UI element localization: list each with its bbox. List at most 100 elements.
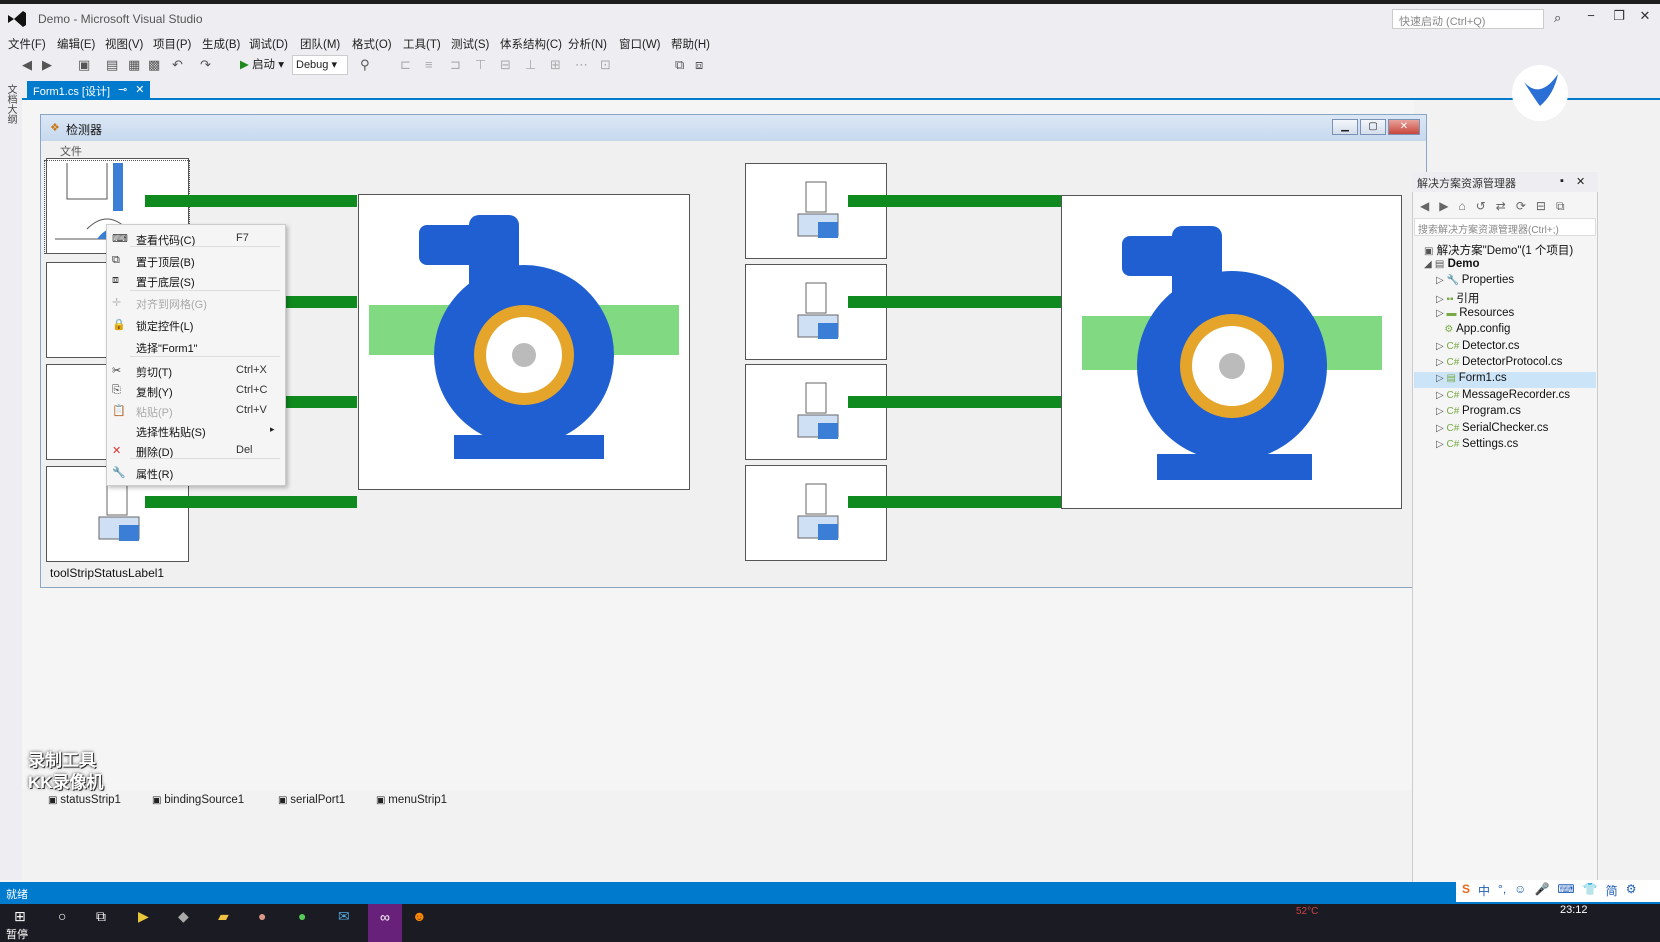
open-icon[interactable]: ▤ xyxy=(106,57,118,73)
show-files-icon[interactable]: ⧉ xyxy=(1556,199,1565,214)
save-icon[interactable]: ▦ xyxy=(128,57,140,73)
minimize-button[interactable]: − xyxy=(1578,8,1604,28)
mic-icon[interactable]: 🎤 xyxy=(1534,882,1549,900)
collapse-icon[interactable]: ⊟ xyxy=(1536,199,1546,214)
context-menu-item-10[interactable] xyxy=(108,441,284,459)
history-icon[interactable]: ↺ xyxy=(1476,199,1486,214)
expand-icon[interactable]: ▷ xyxy=(1436,357,1446,368)
tree-item-1[interactable]: ▷ ▪▪ 引用 xyxy=(1436,290,1479,306)
save-all-icon[interactable]: ▩ xyxy=(148,57,160,73)
undo-icon[interactable]: ↶ xyxy=(172,57,183,73)
search-icon[interactable]: ⌕ xyxy=(1554,10,1561,26)
back-icon[interactable]: ◀ xyxy=(22,57,32,73)
sogou-icon[interactable]: S xyxy=(1462,882,1470,900)
skin-icon[interactable]: 👕 xyxy=(1583,882,1598,900)
visual-studio-taskbar-icon[interactable]: ∞ xyxy=(368,904,402,942)
context-menu-item-1[interactable] xyxy=(108,251,284,269)
sync-icon[interactable]: ⇄ xyxy=(1496,199,1506,214)
tree-item-3[interactable]: ⚙ App.config xyxy=(1436,323,1510,335)
send-to-back-icon[interactable]: ⧈ xyxy=(695,57,703,73)
context-menu-item-4[interactable] xyxy=(108,315,284,333)
tray-component-1[interactable]: ▣ bindingSource1 xyxy=(152,794,244,806)
tree-project-node[interactable]: ◢ ▤ Demo xyxy=(1424,258,1480,270)
expand-icon[interactable]: ▷ xyxy=(1436,439,1446,450)
context-menu-item-11[interactable] xyxy=(108,463,284,481)
form-close-button[interactable]: ✕ xyxy=(1388,119,1420,135)
app-icon-3[interactable]: ● xyxy=(258,908,266,924)
pump-panel-1[interactable] xyxy=(358,194,690,490)
find-icon[interactable]: ⚲ xyxy=(360,57,370,73)
forward-icon[interactable]: ▶ xyxy=(1439,199,1448,214)
spacing-icon[interactable]: ⋯ xyxy=(575,57,588,73)
menu-item-5[interactable]: 调试(D) xyxy=(249,36,288,52)
app-icon-1[interactable]: ▶ xyxy=(138,908,149,925)
restore-button[interactable]: ❐ xyxy=(1606,8,1632,28)
form-maximize-button[interactable]: ▢ xyxy=(1360,119,1386,135)
task-view-icon[interactable]: ⧉ xyxy=(96,908,106,925)
panel-pin-icon[interactable]: ▪ xyxy=(1560,175,1564,187)
expand-icon[interactable]: ▷ xyxy=(1436,341,1446,352)
menu-item-3[interactable]: 项目(P) xyxy=(153,36,191,52)
valve-panel-6[interactable] xyxy=(745,264,887,360)
panel-close-icon[interactable]: ✕ xyxy=(1576,175,1585,188)
app-icon-5[interactable]: ☻ xyxy=(412,908,427,924)
tray-component-3[interactable]: ▣ menuStrip1 xyxy=(376,794,447,806)
pin-icon[interactable]: ⊸ xyxy=(118,83,127,98)
app-icon-2[interactable]: ◆ xyxy=(178,908,189,925)
menu-item-12[interactable]: 窗口(W) xyxy=(619,36,661,52)
align-left-icon[interactable]: ⊏ xyxy=(400,57,411,73)
menu-item-2[interactable]: 视图(V) xyxy=(105,36,143,52)
search-icon[interactable]: ○ xyxy=(58,908,66,924)
menu-item-9[interactable]: 测试(S) xyxy=(451,36,489,52)
tree-item-6[interactable]: ▷ ▤ Form1.cs xyxy=(1436,372,1507,384)
tray-component-2[interactable]: ▣ serialPort1 xyxy=(278,794,345,806)
settings-icon[interactable]: ⚙ xyxy=(1626,882,1637,900)
form-menu-file[interactable]: 文件 xyxy=(60,143,82,159)
tree-item-7[interactable]: ▷ C# MessageRecorder.cs xyxy=(1436,389,1570,401)
menu-item-10[interactable]: 体系结构(C) xyxy=(500,36,562,52)
solution-search-input[interactable]: 搜索解决方案资源管理器(Ctrl+;) xyxy=(1414,218,1596,236)
tree-item-0[interactable]: ▷ 🔧 Properties xyxy=(1436,274,1514,286)
menu-item-13[interactable]: 帮助(H) xyxy=(671,36,710,52)
form-status-label[interactable]: toolStripStatusLabel1 xyxy=(50,566,164,580)
tree-item-4[interactable]: ▷ C# Detector.cs xyxy=(1436,340,1520,352)
ime-mode-icon[interactable]: 中 xyxy=(1478,882,1490,900)
menu-item-11[interactable]: 分析(N) xyxy=(568,36,607,52)
forward-icon[interactable]: ▶ xyxy=(42,57,52,73)
align-center-icon[interactable]: ≡ xyxy=(425,57,433,72)
tree-item-5[interactable]: ▷ C# DetectorProtocol.cs xyxy=(1436,356,1562,368)
same-size-icon[interactable]: ⊞ xyxy=(550,57,561,73)
expand-icon[interactable]: ▷ xyxy=(1436,390,1446,401)
expand-icon[interactable]: ▷ xyxy=(1436,294,1446,305)
document-outline-tab[interactable]: 文档大纲 xyxy=(4,84,18,124)
redo-icon[interactable]: ↷ xyxy=(200,57,211,73)
app-icon-4[interactable]: ● xyxy=(298,908,306,924)
form-minimize-button[interactable]: ▁ xyxy=(1332,119,1358,135)
valve-panel-5[interactable] xyxy=(745,163,887,259)
menu-item-0[interactable]: 文件(F) xyxy=(8,36,46,52)
align-top-icon[interactable]: ⊤ xyxy=(475,57,486,73)
start-button[interactable]: ▶ 启动 ▾ xyxy=(240,56,284,72)
punct-icon[interactable]: °, xyxy=(1498,882,1506,900)
emoji-icon[interactable]: ☺ xyxy=(1514,882,1526,900)
pump-panel-2[interactable] xyxy=(1061,195,1402,509)
center-icon[interactable]: ⊡ xyxy=(600,57,611,73)
tree-item-9[interactable]: ▷ C# SerialChecker.cs xyxy=(1436,422,1548,434)
expand-icon[interactable]: ▷ xyxy=(1436,406,1446,417)
expand-icon[interactable]: ▷ xyxy=(1436,373,1446,384)
tree-solution-node[interactable]: ▣ 解决方案"Demo"(1 个项目) xyxy=(1424,242,1573,258)
context-menu-item-0[interactable] xyxy=(108,229,284,247)
tree-item-8[interactable]: ▷ C# Program.cs xyxy=(1436,405,1521,417)
mail-icon[interactable]: ✉ xyxy=(338,908,350,925)
expand-icon[interactable]: ▷ xyxy=(1436,308,1446,319)
bring-to-front-icon[interactable]: ⧉ xyxy=(675,57,684,73)
tab-form1-design[interactable]: Form1.cs [设计] ⊸ ✕ xyxy=(27,81,151,100)
quick-launch-input[interactable]: 快速启动 (Ctrl+Q) xyxy=(1392,9,1544,29)
refresh-icon[interactable]: ⟳ xyxy=(1516,199,1526,214)
windows-start-icon[interactable]: ⊞ xyxy=(14,908,26,925)
close-button[interactable]: ✕ xyxy=(1632,8,1658,28)
menu-item-8[interactable]: 工具(T) xyxy=(403,36,441,52)
back-icon[interactable]: ◀ xyxy=(1420,199,1429,214)
keyboard-icon[interactable]: ⌨ xyxy=(1557,882,1574,900)
expand-icon[interactable]: ◢ xyxy=(1424,259,1432,270)
